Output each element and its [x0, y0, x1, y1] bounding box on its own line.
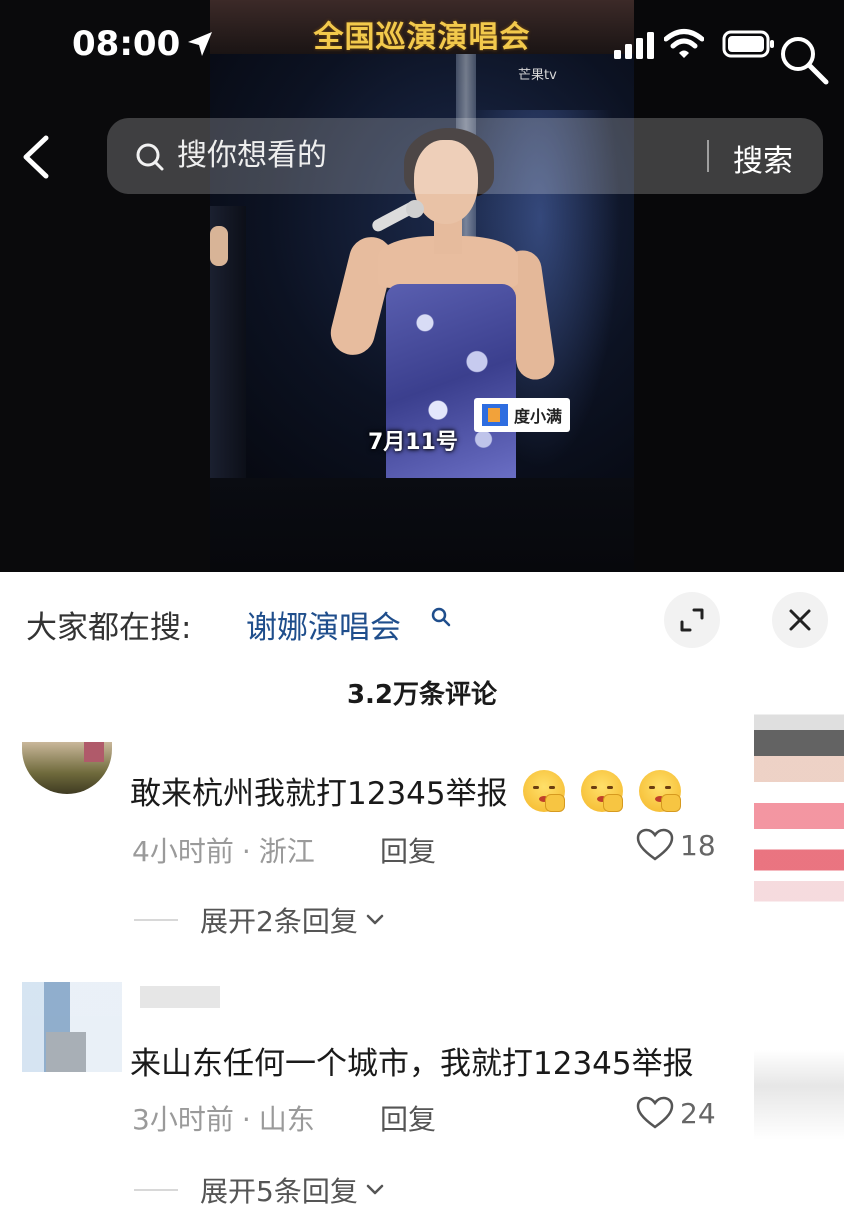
watermark-text: 度小满: [514, 407, 563, 426]
expand-replies-button[interactable]: 展开5条回复: [134, 1170, 384, 1210]
video-date-caption: 7月11号: [368, 430, 458, 455]
search-input[interactable]: [177, 138, 677, 173]
comment-meta: 4小时前 · 浙江: [132, 835, 315, 868]
video-player[interactable]: 全国巡演演唱会 芒果tv 度小满 7月11号 08:00 搜你想看的 搜索: [0, 0, 844, 572]
trending-query-link[interactable]: 谢娜演唱会: [246, 602, 401, 647]
expand-divider: [134, 919, 178, 921]
video-content: 全国巡演演唱会 芒果tv 度小满 7月11号: [210, 0, 634, 478]
singer-figure: [210, 0, 634, 478]
video-letterbox-left: [0, 0, 210, 572]
search-button[interactable]: 搜索: [733, 136, 793, 180]
reply-button[interactable]: 回复: [380, 1098, 436, 1138]
comment-body: 来山东任何一个城市，我就打12345举报: [130, 1046, 694, 1082]
comment-time: 4小时前: [132, 835, 234, 868]
shush-emoji-icon: [581, 770, 624, 812]
like-button[interactable]: 24: [636, 1096, 716, 1130]
comments-panel: 大家都在搜: 谢娜演唱会 3.2万条评论 敢来杭州我就打12345举报 4小时前…: [0, 572, 844, 1212]
shush-emoji-icon: [523, 770, 566, 812]
search-icon[interactable]: [778, 34, 830, 86]
comment-text: 来山东任何一个城市，我就打12345举报: [130, 1038, 694, 1083]
close-button[interactable]: [772, 592, 828, 648]
avatar[interactable]: [22, 742, 112, 794]
trending-label: 大家都在搜:: [26, 610, 192, 646]
comment-count: 3.2万条评论: [346, 680, 498, 710]
microphone-head: [406, 200, 424, 218]
search-bar-magnifier-icon: [136, 143, 164, 171]
comment-text: 敢来杭州我就打12345举报: [130, 768, 682, 813]
wifi-icon: [664, 29, 704, 58]
chevron-down-icon: [366, 1184, 384, 1195]
like-button[interactable]: 18: [636, 828, 716, 862]
comment-meta: 3小时前 · 山东: [132, 1103, 315, 1136]
comment-body: 敢来杭州我就打12345举报: [130, 776, 508, 812]
watermark-logo-icon: [482, 404, 508, 426]
heart-icon: [636, 1096, 674, 1129]
shush-emoji-icon: [639, 770, 682, 812]
expand-replies-label: 展开5条回复: [200, 1175, 358, 1208]
battery-icon: [722, 30, 774, 58]
background-person-hand: [210, 226, 228, 266]
comment-location: 山东: [258, 1103, 315, 1136]
blurred-overlay: [754, 1050, 844, 1140]
comment-time: 3小时前: [132, 1103, 234, 1136]
cellular-signal-icon: [614, 32, 654, 59]
search-bar[interactable]: 搜索: [107, 118, 823, 194]
status-time: 08:00: [72, 24, 181, 64]
expand-icon: [680, 608, 704, 632]
comment-location: 浙江: [258, 835, 315, 868]
like-count: 18: [680, 828, 716, 862]
back-button[interactable]: [16, 132, 56, 182]
expand-replies-label: 展开2条回复: [200, 905, 358, 938]
blurred-overlay: [754, 704, 844, 964]
trending-search-icon[interactable]: [430, 606, 452, 628]
location-arrow-icon: [188, 32, 212, 56]
close-icon: [789, 609, 811, 631]
reply-button[interactable]: 回复: [380, 830, 436, 870]
chevron-down-icon: [366, 914, 384, 925]
expand-divider: [134, 1189, 178, 1191]
heart-icon: [636, 828, 674, 861]
username-blurred: [140, 986, 220, 1008]
watermark-logo: 度小满: [474, 398, 571, 432]
avatar[interactable]: [22, 982, 122, 1072]
fullscreen-expand-button[interactable]: [664, 592, 720, 648]
like-count: 24: [680, 1096, 716, 1130]
search-divider: [707, 140, 709, 172]
expand-replies-button[interactable]: 展开2条回复: [134, 900, 384, 940]
